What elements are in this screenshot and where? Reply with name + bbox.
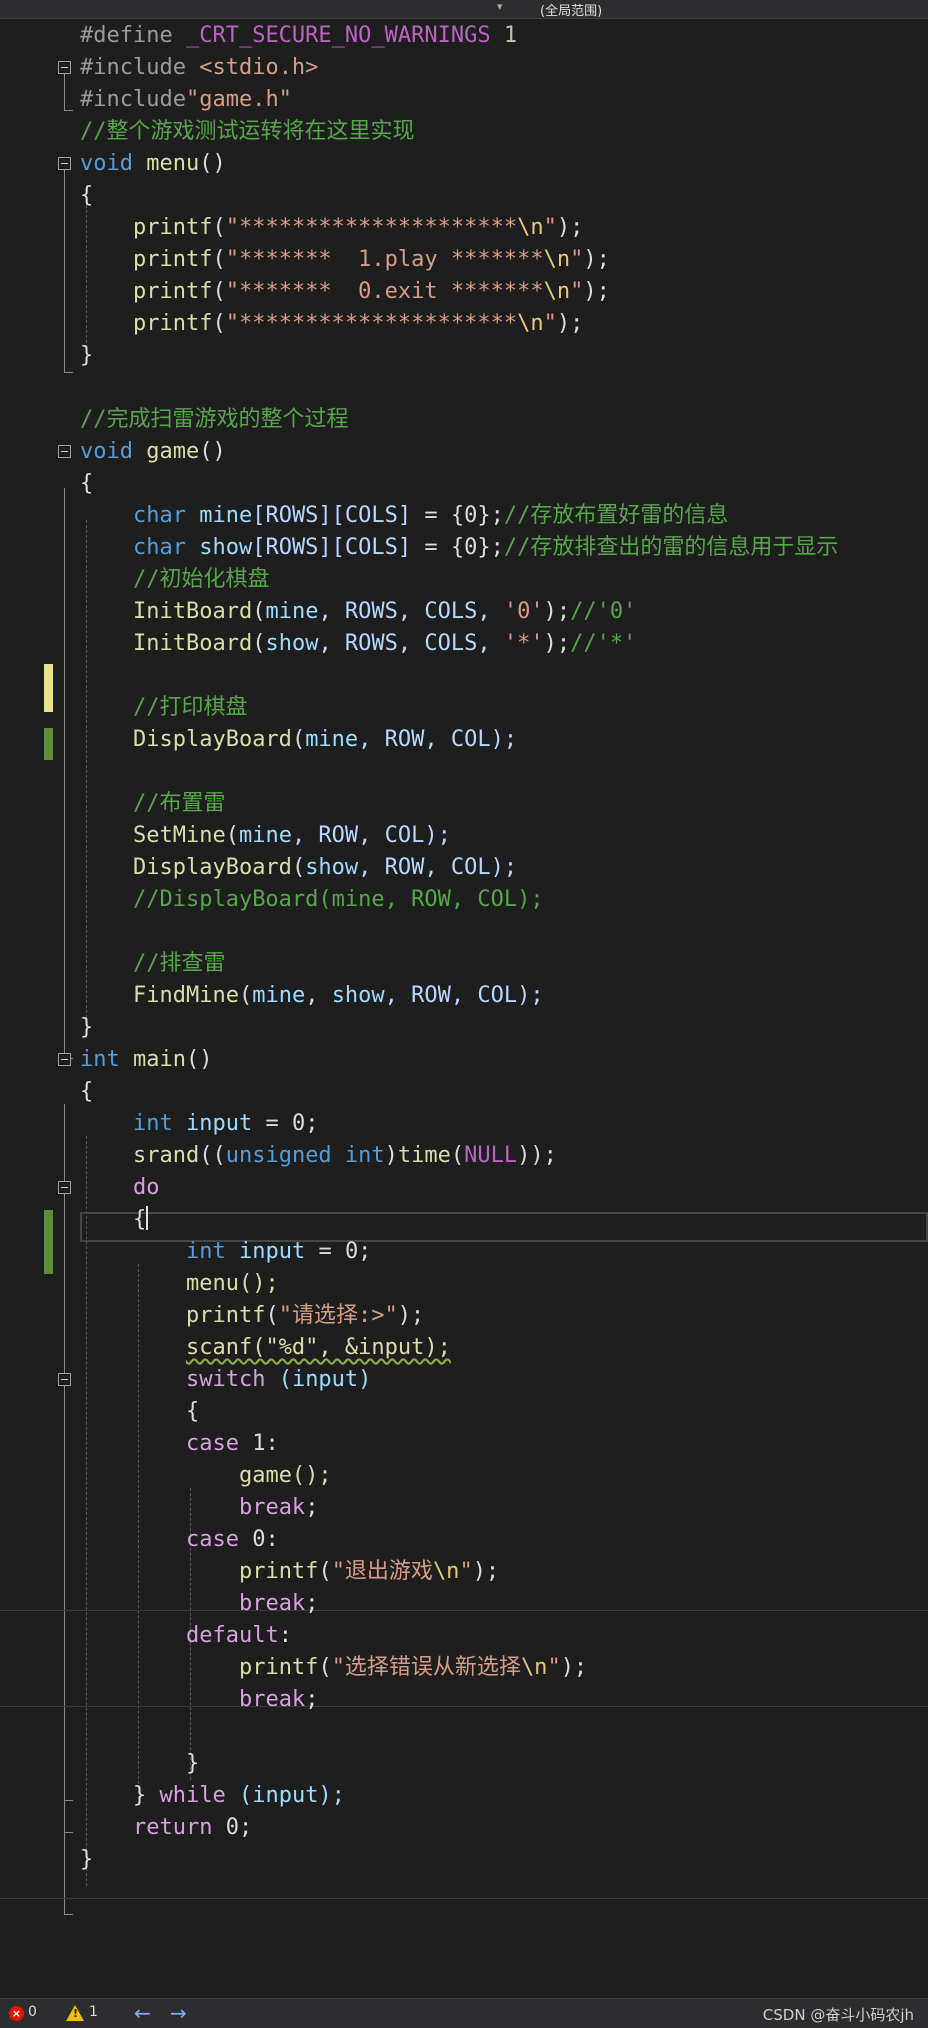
warning-mark: ! (73, 2007, 79, 2020)
code-line[interactable]: break; (0, 1588, 928, 1620)
collapse-toggle[interactable] (58, 61, 71, 74)
code-line[interactable]: } while (input); (0, 1780, 928, 1812)
scope-selector[interactable]: (全局范围) (540, 0, 602, 19)
code-line[interactable]: DisplayBoard(mine, ROW, COL); (0, 724, 928, 756)
watermark: CSDN @奋斗小码农jh (762, 2006, 914, 2024)
scope-bar: ▾ (全局范围) (0, 0, 928, 19)
code-line[interactable]: { (0, 1204, 928, 1236)
code-line[interactable]: printf("选择错误从新选择\n"); (0, 1652, 928, 1684)
code-line[interactable]: int input = 0; (0, 1236, 928, 1268)
code-line[interactable]: } (0, 1844, 928, 1876)
code-line[interactable]: printf("******* 1.play *******\n"); (0, 244, 928, 276)
code-line[interactable]: char show[ROWS][COLS] = {0};//存放排查出的雷的信息… (0, 532, 928, 564)
code-line[interactable]: case 0: (0, 1524, 928, 1556)
code-line[interactable]: break; (0, 1492, 928, 1524)
code-line[interactable]: } (0, 340, 928, 372)
status-bar: × 0 ! 1 ← → CSDN @奋斗小码农jh (0, 1998, 928, 2028)
code-line[interactable]: { (0, 468, 928, 500)
code-line[interactable]: { (0, 180, 928, 212)
code-line[interactable]: printf("*********************\n"); (0, 212, 928, 244)
collapse-toggle[interactable] (58, 1181, 71, 1194)
collapse-toggle[interactable] (58, 1053, 71, 1066)
code-line[interactable]: char mine[ROWS][COLS] = {0};//存放布置好雷的信息 (0, 500, 928, 532)
text-cursor (146, 1206, 149, 1230)
collapse-toggle[interactable] (58, 445, 71, 458)
code-line[interactable]: int input = 0; (0, 1108, 928, 1140)
code-line[interactable]: //排查雷 (0, 948, 928, 980)
navigate-forward-icon[interactable]: → (170, 2001, 187, 2025)
code-line[interactable] (0, 660, 928, 692)
code-line[interactable]: case 1: (0, 1428, 928, 1460)
code-line[interactable] (0, 1716, 928, 1748)
warning-squiggle: scanf("%d", &input); (185, 1335, 451, 1360)
code-line[interactable]: { (0, 1396, 928, 1428)
error-icon[interactable]: × (9, 2006, 24, 2021)
code-line[interactable]: game(); (0, 1460, 928, 1492)
code-line[interactable]: DisplayBoard(show, ROW, COL); (0, 852, 928, 884)
code-line[interactable]: //DisplayBoard(mine, ROW, COL); (0, 884, 928, 916)
code-line[interactable]: //整个游戏测试运转将在这里实现 (0, 116, 928, 148)
code-line[interactable]: //完成扫雷游戏的整个过程 (0, 404, 928, 436)
code-line[interactable]: InitBoard(show, ROWS, COLS, '*');//'*' (0, 628, 928, 660)
navigate-back-icon[interactable]: ← (134, 2001, 151, 2025)
code-line[interactable]: srand((unsigned int)time(NULL)); (0, 1140, 928, 1172)
error-count[interactable]: 0 (28, 2004, 37, 2020)
code-line[interactable]: } (0, 1748, 928, 1780)
fold-line-end (64, 1914, 73, 1915)
code-line[interactable]: SetMine(mine, ROW, COL); (0, 820, 928, 852)
code-line[interactable]: default: (0, 1620, 928, 1652)
warning-count[interactable]: 1 (89, 2004, 98, 2020)
code-line[interactable]: switch (input) (0, 1364, 928, 1396)
code-line[interactable]: printf("退出游戏\n"); (0, 1556, 928, 1588)
code-line[interactable]: return 0; (0, 1812, 928, 1844)
code-line[interactable]: void menu() (0, 148, 928, 180)
code-line[interactable]: void game() (0, 436, 928, 468)
code-line[interactable]: { (0, 1076, 928, 1108)
code-line[interactable]: printf("请选择:>"); (0, 1300, 928, 1332)
code-line[interactable]: //打印棋盘 (0, 692, 928, 724)
divider (0, 1898, 928, 1899)
code-editor[interactable]: #define _CRT_SECURE_NO_WARNINGS 1 #inclu… (0, 18, 928, 1998)
code-line[interactable]: FindMine(mine, show, ROW, COL); (0, 980, 928, 1012)
code-line[interactable]: InitBoard(mine, ROWS, COLS, '0');//'0' (0, 596, 928, 628)
collapse-toggle[interactable] (58, 1373, 71, 1386)
code-line[interactable]: } (0, 1012, 928, 1044)
scope-dropdown-arrow-icon[interactable]: ▾ (497, 0, 503, 13)
code-line[interactable]: #include <stdio.h> (0, 52, 928, 84)
code-line[interactable]: //布置雷 (0, 788, 928, 820)
code-line[interactable] (0, 916, 928, 948)
code-line[interactable]: printf("******* 0.exit *******\n"); (0, 276, 928, 308)
code-line[interactable]: #define _CRT_SECURE_NO_WARNINGS 1 (0, 20, 928, 52)
code-line[interactable]: scanf("%d", &input); (0, 1332, 928, 1364)
code-line[interactable]: menu(); (0, 1268, 928, 1300)
code-line[interactable] (0, 372, 928, 404)
code-line[interactable]: int main() (0, 1044, 928, 1076)
code-line[interactable]: printf("*********************\n"); (0, 308, 928, 340)
code-line[interactable]: //初始化棋盘 (0, 564, 928, 596)
collapse-toggle[interactable] (58, 157, 71, 170)
code-line[interactable]: do (0, 1172, 928, 1204)
code-line[interactable]: break; (0, 1684, 928, 1716)
code-line[interactable] (0, 756, 928, 788)
code-line[interactable]: #include"game.h" (0, 84, 928, 116)
